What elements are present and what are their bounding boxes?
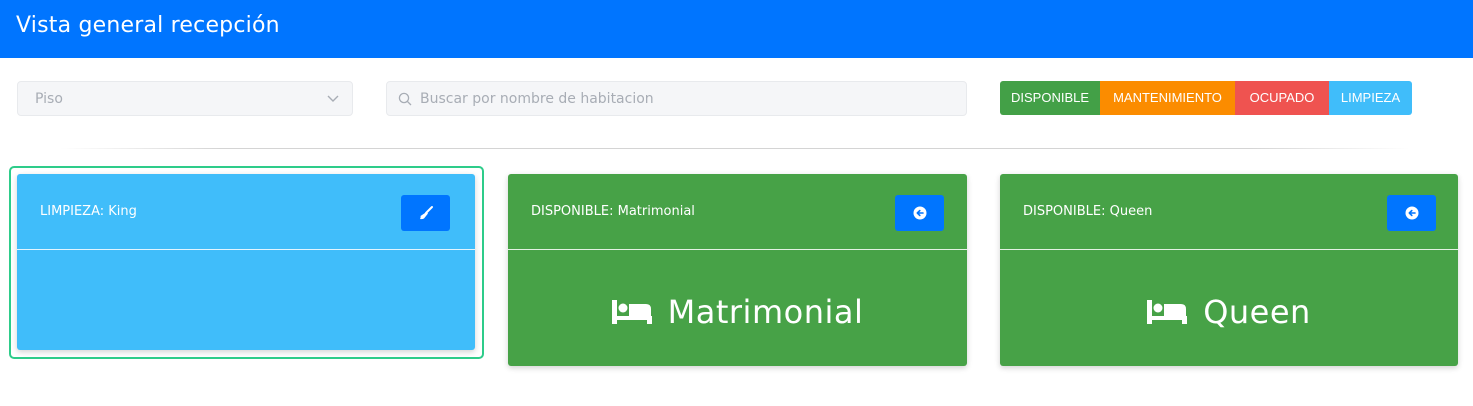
room-card-header: LIMPIEZA: King [17,174,475,250]
arrow-circle-left-icon [913,206,926,220]
floor-select[interactable]: Piso [17,81,353,116]
checkin-button[interactable] [895,195,944,231]
room-card-header: DISPONIBLE: Matrimonial [508,174,967,250]
bed-icon [611,300,652,324]
checkin-button[interactable] [1387,195,1436,231]
bed-icon [1147,300,1188,324]
room-card-body: Queen [1000,284,1458,340]
section-divider [60,148,1410,149]
floor-select-value: Piso [35,91,63,107]
room-card-king[interactable]: LIMPIEZA: King [17,174,475,350]
search-icon [398,92,412,106]
search-box [386,81,967,116]
room-name: Matrimonial [667,293,864,331]
search-input[interactable] [420,88,950,110]
legend-mantenimiento-button[interactable]: MANTENIMIENTO [1100,81,1235,115]
chevron-down-icon [327,95,339,102]
room-card-title: LIMPIEZA: King [40,204,137,219]
broom-icon [419,206,433,220]
room-card-body [17,284,475,340]
room-card-queen[interactable]: DISPONIBLE: Queen Queen [1000,174,1458,366]
top-bar: Vista general recepción [0,0,1473,58]
legend-ocupado-button[interactable]: OCUPADO [1235,81,1329,115]
room-name: Queen [1203,293,1311,331]
room-card-matrimonial[interactable]: DISPONIBLE: Matrimonial Matrimonial [508,174,967,366]
room-card-header: DISPONIBLE: Queen [1000,174,1458,250]
arrow-circle-left-icon [1405,206,1418,220]
clean-room-button[interactable] [401,195,450,231]
legend-limpieza-button[interactable]: LIMPIEZA [1329,81,1412,115]
room-card-title: DISPONIBLE: Matrimonial [531,204,695,219]
legend-disponible-button[interactable]: DISPONIBLE [1000,81,1100,115]
page-title: Vista general recepción [16,13,280,38]
room-card-title: DISPONIBLE: Queen [1023,204,1153,219]
room-card-body: Matrimonial [508,284,967,340]
